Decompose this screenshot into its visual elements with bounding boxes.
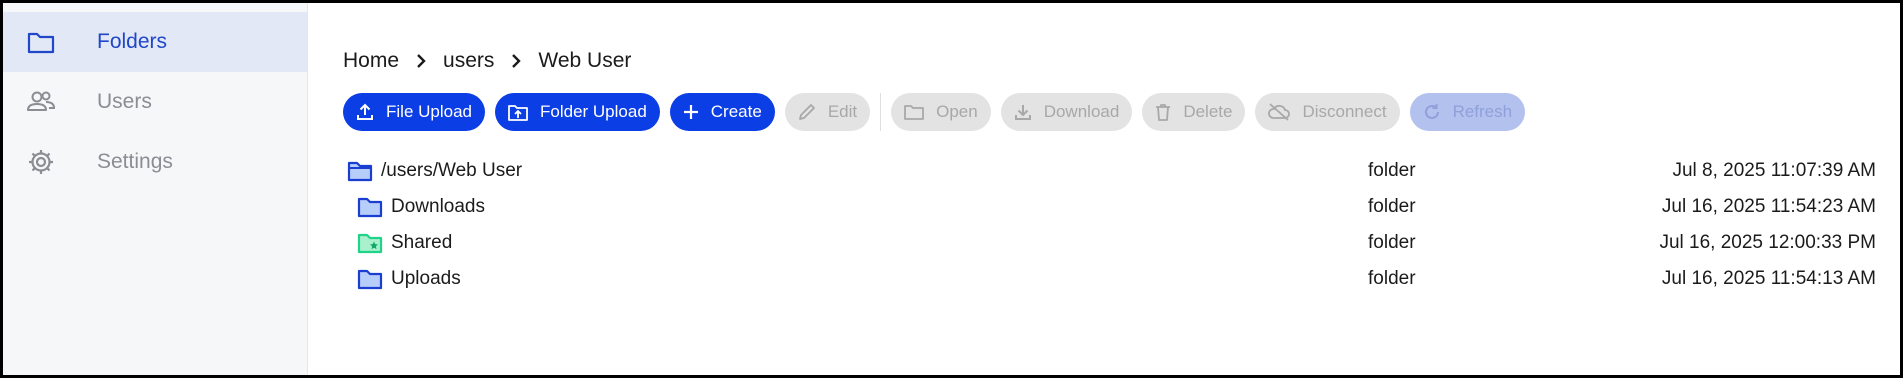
folder-icon [343,268,383,290]
refresh-label: Refresh [1452,102,1513,121]
download-button[interactable]: Download [1000,93,1133,131]
sidebar-item-settings[interactable]: Settings [3,132,307,192]
trash-icon [1155,103,1171,121]
upload-icon [356,103,374,121]
file-date: Jul 16, 2025 12:00:33 PM [1659,232,1876,253]
disconnect-label: Disconnect [1302,102,1387,121]
folder-icon [3,30,73,54]
sidebar: Folders Users Settings [3,3,308,375]
sidebar-item-label: Settings [97,150,173,173]
file-name: Uploads [391,268,461,289]
toolbar: File Upload Folder Upload Create Edit Op… [343,93,1900,131]
breadcrumb-users[interactable]: users [443,49,494,73]
toolbar-divider [880,93,882,131]
folder-upload-label: Folder Upload [540,102,647,121]
file-date: Jul 8, 2025 11:07:39 AM [1672,160,1876,181]
edit-label: Edit [827,102,858,121]
file-date: Jul 16, 2025 11:54:23 AM [1661,196,1876,217]
download-label: Download [1043,102,1120,121]
list-item[interactable]: /users/Web User folder Jul 8, 2025 11:07… [343,153,1876,189]
delete-label: Delete [1183,102,1233,121]
pencil-icon [798,103,816,121]
users-icon [3,90,73,114]
chevron-right-icon [511,54,522,68]
file-type: folder [1368,268,1416,289]
file-upload-label: File Upload [386,102,472,121]
file-name: Shared [391,232,453,253]
sidebar-item-label: Folders [97,30,168,53]
cloud-off-icon [1268,103,1291,121]
shared-folder-icon [343,232,383,254]
breadcrumb-home[interactable]: Home [343,49,399,73]
file-name: Downloads [391,196,485,217]
delete-button[interactable]: Delete [1142,93,1246,131]
sidebar-item-users[interactable]: Users [3,72,307,132]
refresh-button[interactable]: Refresh [1409,93,1526,131]
refresh-icon [1423,103,1441,121]
file-type: folder [1368,232,1416,253]
file-list: /users/Web User folder Jul 8, 2025 11:07… [343,153,1876,297]
file-name: /users/Web User [381,160,523,181]
folder-icon [343,196,383,218]
list-item[interactable]: Shared folder Jul 16, 2025 12:00:33 PM [343,225,1876,261]
disconnect-button[interactable]: Disconnect [1255,93,1400,131]
open-label: Open [936,102,978,121]
list-item[interactable]: Downloads folder Jul 16, 2025 11:54:23 A… [343,189,1876,225]
file-type: folder [1368,160,1416,181]
breadcrumb: Home users Web User [343,46,1900,76]
create-label: Create [710,102,762,121]
sidebar-item-label: Users [97,90,152,113]
create-button[interactable]: Create [669,93,775,131]
folder-upload-icon [508,103,528,121]
folder-open-icon [343,160,373,182]
file-type: folder [1368,196,1416,217]
folder-upload-button[interactable]: Folder Upload [495,93,660,131]
file-upload-button[interactable]: File Upload [343,93,485,131]
gear-icon [3,148,73,176]
download-icon [1014,103,1032,121]
folder-open-icon [904,104,925,120]
file-date: Jul 16, 2025 11:54:13 AM [1661,268,1876,289]
plus-icon [683,104,699,120]
open-button[interactable]: Open [891,93,991,131]
edit-button[interactable]: Edit [784,93,871,131]
sidebar-item-folders[interactable]: Folders [3,12,307,72]
chevron-right-icon [416,54,426,68]
breadcrumb-current: Web User [538,49,632,72]
list-item[interactable]: Uploads folder Jul 16, 2025 11:54:13 AM [343,261,1876,297]
app-window: Folders Users Settings Home users Web Us… [3,3,1900,375]
main-content: Home users Web User File Upload Folder U… [308,3,1900,375]
